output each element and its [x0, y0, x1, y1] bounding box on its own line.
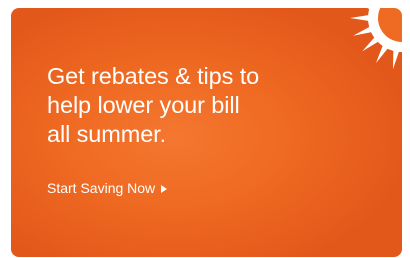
- sun-ray: [353, 26, 373, 36]
- triangle-right-icon: [161, 184, 168, 193]
- sun-ray: [350, 15, 370, 21]
- headline-line: all summer.: [47, 121, 167, 147]
- start-saving-link[interactable]: Start Saving Now: [47, 180, 168, 196]
- headline-line: help lower your bill: [47, 92, 240, 118]
- headline: Get rebates & tips to help lower your bi…: [47, 62, 347, 149]
- promo-banner[interactable]: Get rebates & tips to help lower your bi…: [11, 8, 402, 257]
- sun-ray: [392, 49, 400, 70]
- headline-line: Get rebates & tips to: [47, 63, 260, 89]
- cta-label: Start Saving Now: [47, 180, 156, 196]
